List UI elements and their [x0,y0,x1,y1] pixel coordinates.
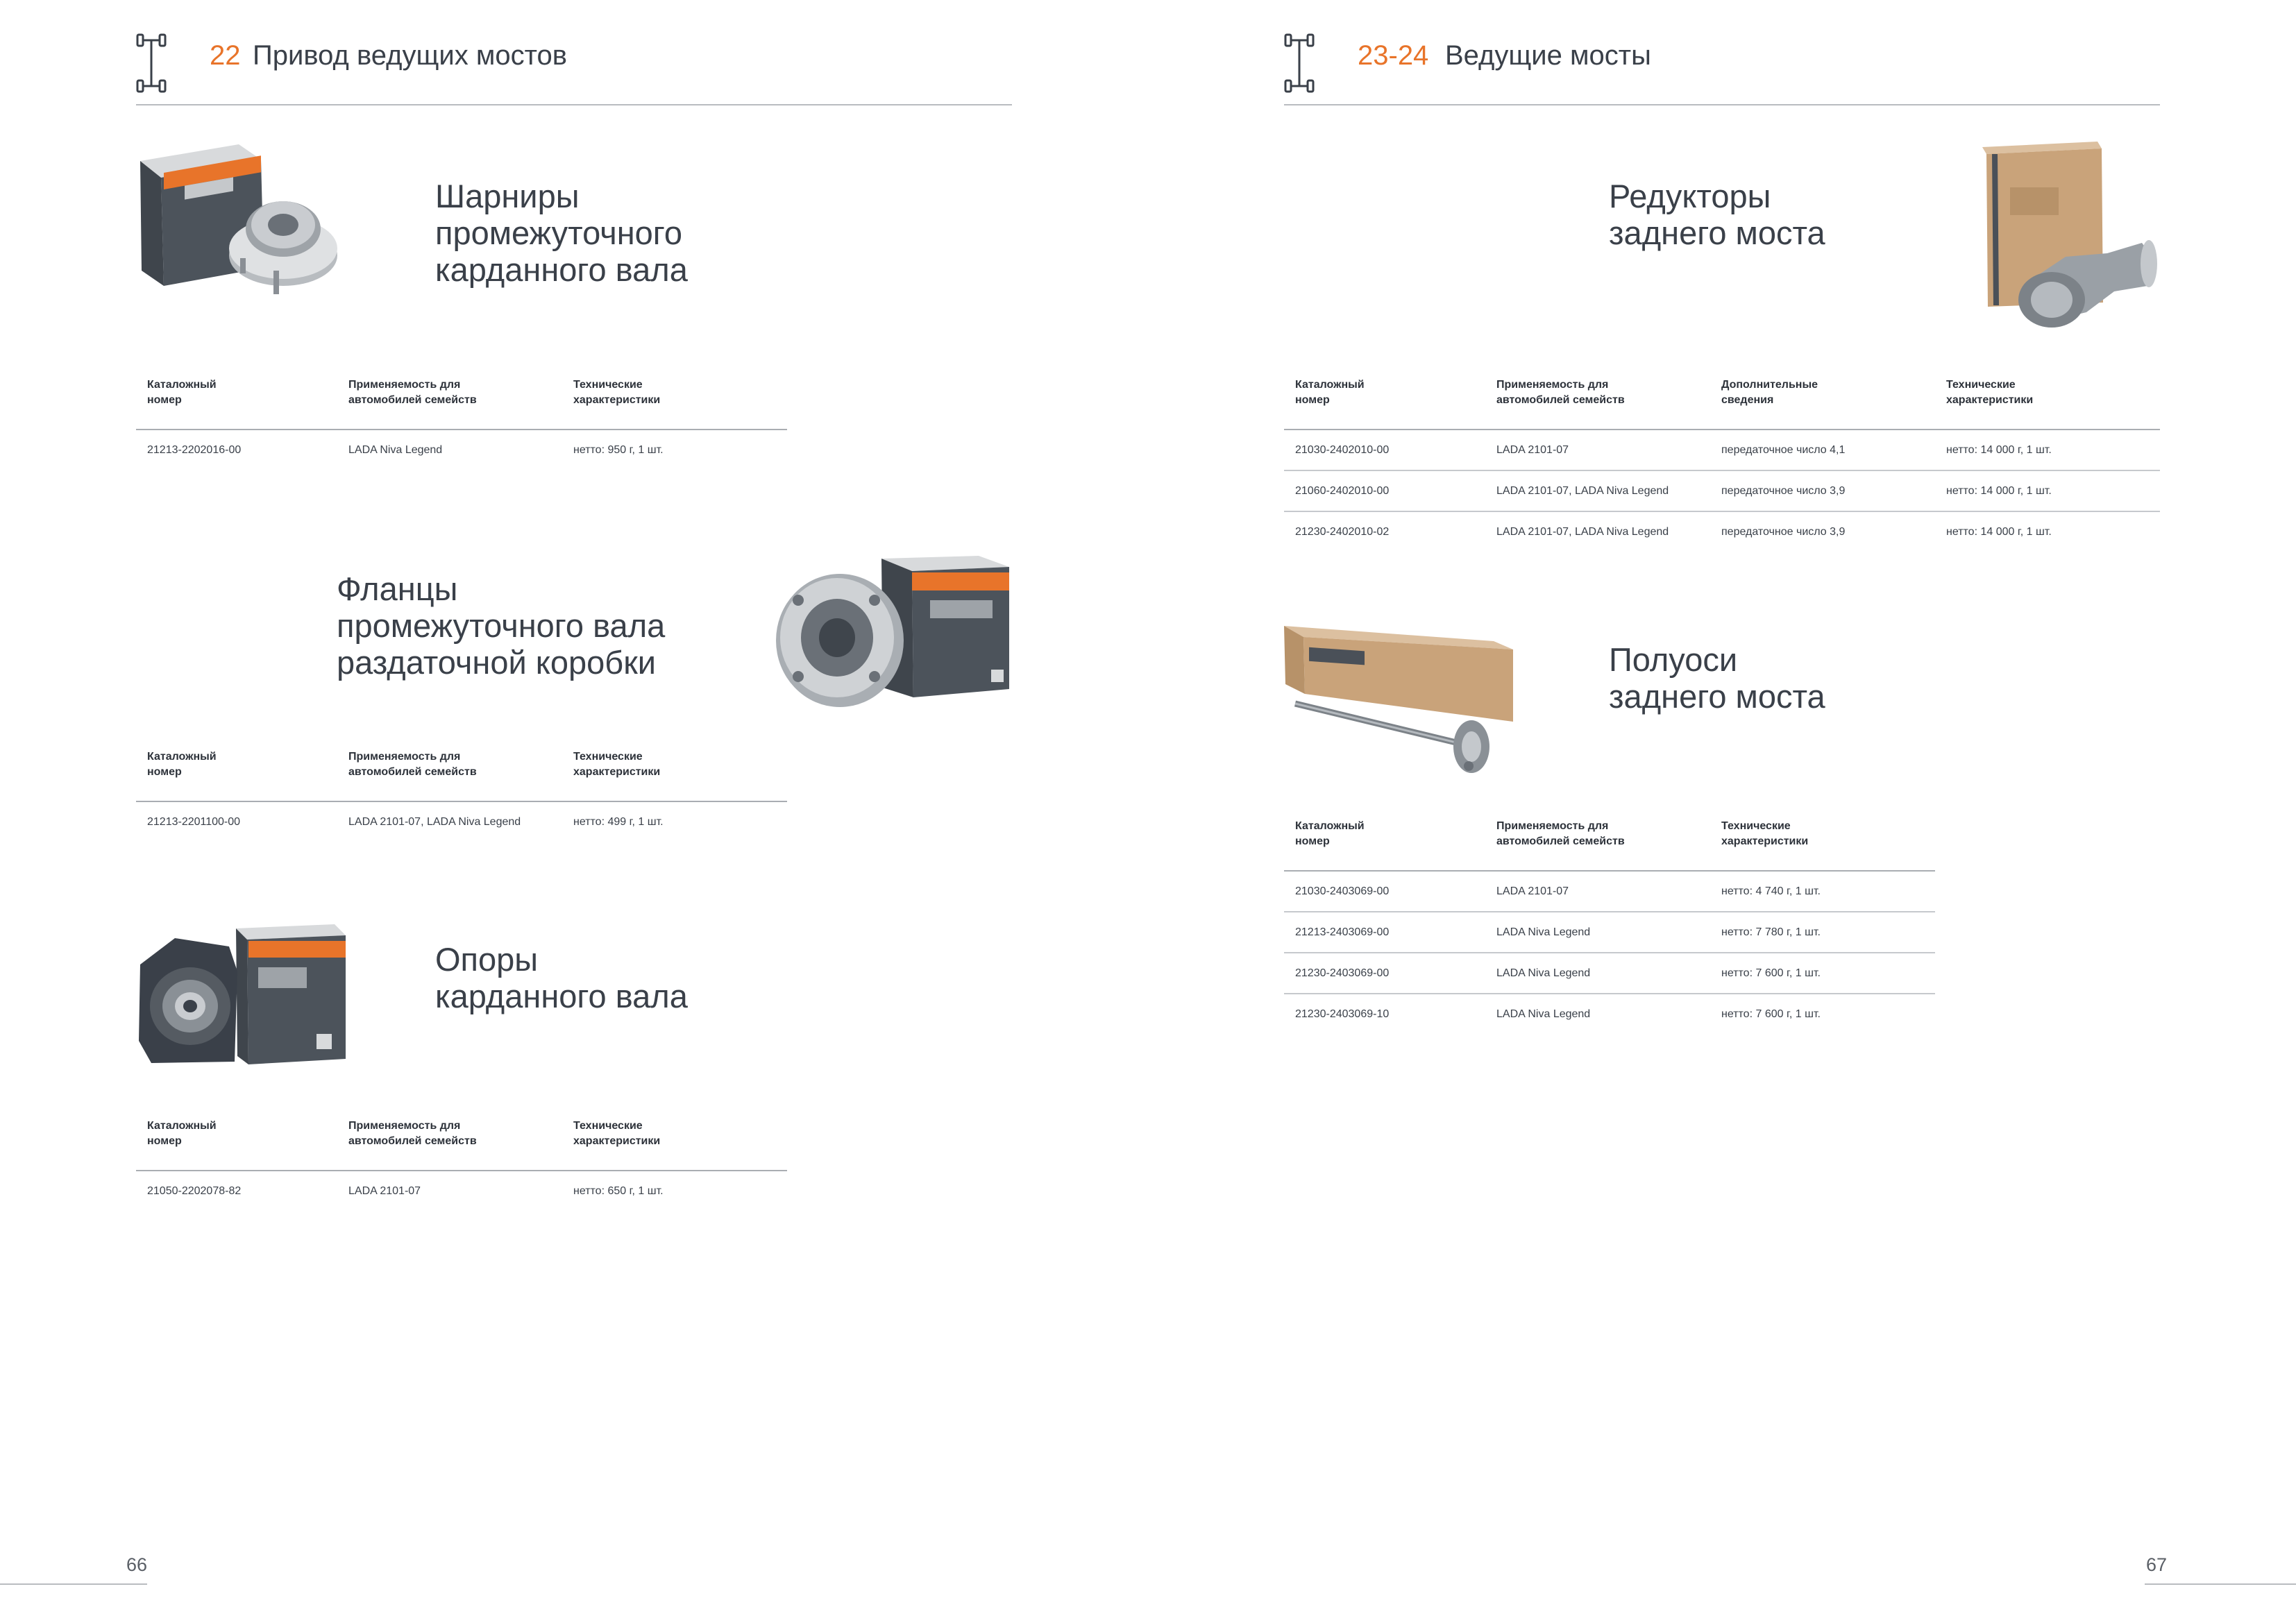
header-title: Ведущие мосты [1445,40,1651,71]
section-title-reducers: Редукторы заднего моста [1609,178,1825,251]
table-header: Каталожный номер Применяемость для автомоб… [1284,810,1935,872]
header-number: 22 [210,40,241,71]
table-joints: Каталожный номер Применяемость для автомоб… [136,369,787,471]
page-number-left: 66 [126,1554,148,1575]
table-row: 21230-2403069-00 LADA Niva Legend нетто:… [1284,953,1935,994]
section-title-joints: Шарниры промежуточного карданного вала [435,178,688,288]
table-supports: Каталожный номер Применяемость для автомоб… [136,1110,787,1212]
table-header: Каталожный номер Применяемость для автомоб… [1284,369,2160,430]
header-number: 23-24 [1358,40,1429,71]
table-row: 21030-2403069-00 LADA 2101-07 нетто: 4 7… [1284,872,1935,912]
axle-icon [136,33,167,93]
section-title-axle-shafts: Полуоси заднего моста [1609,641,1825,715]
table-row: 21050-2202078-82 LADA 2101-07 нетто: 650… [147,1185,664,1197]
axle-shaft-product-image [1284,626,1513,773]
table-row: 21213-2403069-00 LADA Niva Legend нетто:… [1284,912,1935,953]
flange-product-image [776,556,1009,707]
table-axle-shafts: Каталожный номер Применяемость для автомоб… [1284,810,1935,1035]
page-number-right: 67 [2146,1554,2168,1575]
table-row: 21230-2402010-02 LADA 2101-07, LADA Niva… [1295,526,2052,538]
axle-icon [1284,33,1315,93]
page-header-left: 22 Привод ведущих мостов [136,28,1012,105]
reducer-product-image [1982,142,2157,328]
footer-rule-right [2145,1583,2296,1585]
footer-rule-left [0,1583,147,1585]
table-reducers: Каталожный номер Применяемость для автомоб… [1284,369,2160,553]
header-title: Привод ведущих мостов [253,40,567,71]
section-title-supports: Опоры карданного вала [435,941,688,1014]
page-header-right: 23-24 Ведущие мосты [1284,28,2160,105]
table-row: 21230-2403069-10 LADA Niva Legend нетто:… [1295,1008,1821,1020]
table-flanges: Каталожный номер Применяемость для автомоб… [136,741,787,843]
table-header: Каталожный номер Применяемость для автомоб… [136,741,787,802]
table-row: 21213-2202016-00 LADA Niva Legend нетто:… [147,444,664,456]
table-row: 21030-2402010-00 LADA 2101-07 передаточн… [1284,430,2160,471]
section-title-flanges: Фланцы промежуточного вала раздаточной к… [337,570,666,681]
support-product-image [139,924,346,1064]
table-row: 21213-2201100-00 LADA 2101-07, LADA Niva… [147,816,664,828]
table-header: Каталожный номер Применяемость для автомоб… [136,369,787,430]
table-header: Каталожный номер Применяемость для автомоб… [136,1110,787,1171]
joint-product-image [140,144,337,294]
table-row: 21060-2402010-00 LADA 2101-07, LADA Niva… [1284,471,2160,512]
